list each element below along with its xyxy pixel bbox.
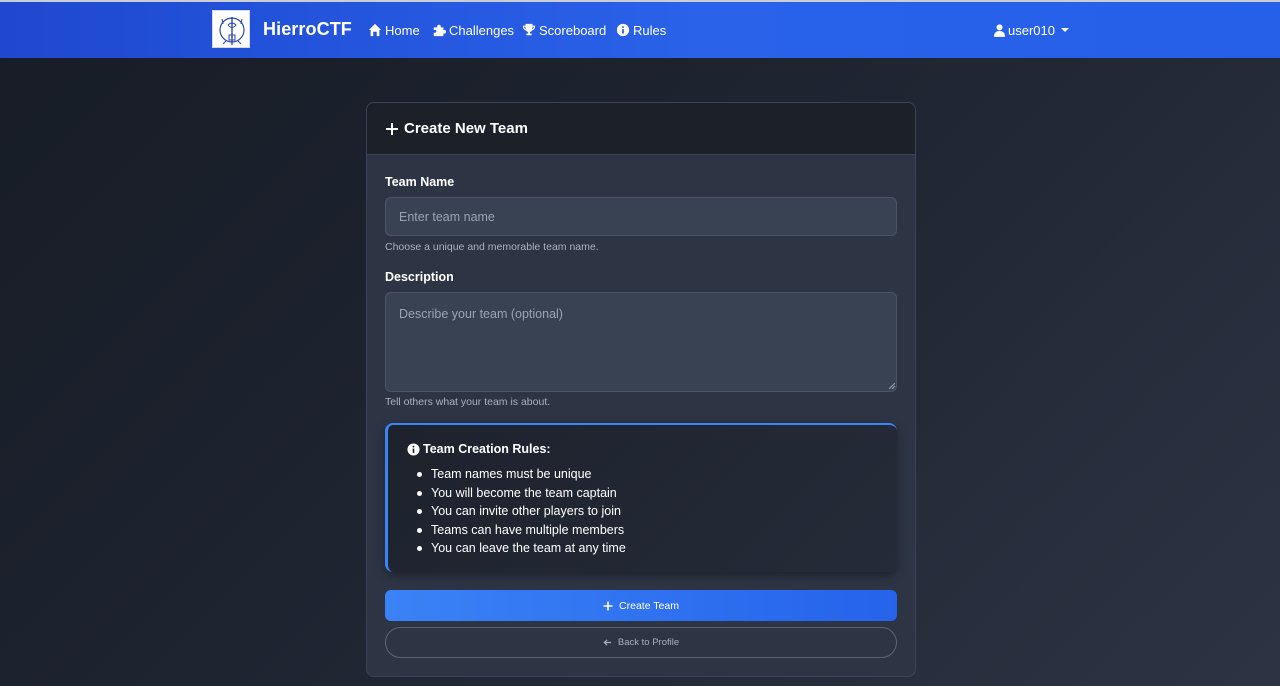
chevron-down-icon <box>1060 28 1069 32</box>
create-team-button[interactable]: Create Team <box>385 590 897 621</box>
home-icon <box>368 23 382 37</box>
team-name-input[interactable] <box>385 197 897 236</box>
brand-name[interactable]: HierroCTF <box>263 19 352 40</box>
card-header: Create New Team <box>367 103 915 155</box>
top-navbar: HierroCTF Home Challenges Scoreboard Rul… <box>0 2 1280 58</box>
team-name-label: Team Name <box>385 175 455 189</box>
user-icon <box>994 23 1005 37</box>
site-logo[interactable] <box>212 10 250 48</box>
back-to-profile-button[interactable]: Back to Profile <box>385 627 897 658</box>
rules-list: Team names must be unique You will becom… <box>417 465 626 558</box>
rule-item: You can leave the team at any time <box>417 539 626 558</box>
info-circle-icon <box>616 23 630 37</box>
plus-icon <box>386 122 398 135</box>
logo-emblem-icon <box>219 17 245 45</box>
trophy-icon <box>522 23 536 36</box>
nav-scoreboard-label: Scoreboard <box>539 22 607 38</box>
nav-home-label: Home <box>385 22 420 38</box>
rules-title-text: Team Creation Rules: <box>423 442 551 456</box>
user-dropdown[interactable]: user010 <box>994 21 1069 39</box>
resize-handle-icon[interactable] <box>889 383 895 389</box>
puzzle-icon <box>433 24 446 37</box>
create-team-button-label: Create Team <box>619 599 679 612</box>
nav-home[interactable]: Home <box>368 21 420 39</box>
team-name-help: Choose a unique and memorable team name. <box>385 241 599 253</box>
arrow-left-icon <box>603 639 611 646</box>
nav-scoreboard[interactable]: Scoreboard <box>522 21 606 39</box>
nav-challenges-label: Challenges <box>449 22 515 38</box>
create-team-card: Create New Team Team Name Choose a uniqu… <box>366 102 916 677</box>
nav-rules[interactable]: Rules <box>616 21 666 39</box>
rule-item: Team names must be unique <box>417 465 626 484</box>
description-label: Description <box>385 270 454 284</box>
rule-item: You can invite other players to join <box>417 502 626 521</box>
user-name: user010 <box>1008 22 1055 38</box>
plus-icon <box>603 601 613 610</box>
rule-item: You will become the team captain <box>417 484 626 503</box>
description-textarea[interactable] <box>385 292 897 392</box>
rules-title: Team Creation Rules: <box>407 442 551 456</box>
rule-item: Teams can have multiple members <box>417 521 626 540</box>
team-rules-box: Team Creation Rules: Team names must be … <box>385 423 897 572</box>
nav-rules-label: Rules <box>633 22 667 38</box>
info-circle-icon <box>407 442 420 456</box>
description-help: Tell others what your team is about. <box>385 396 551 408</box>
nav-challenges[interactable]: Challenges <box>432 21 514 39</box>
back-to-profile-label: Back to Profile <box>617 637 680 648</box>
card-title: Create New Team <box>404 120 528 137</box>
